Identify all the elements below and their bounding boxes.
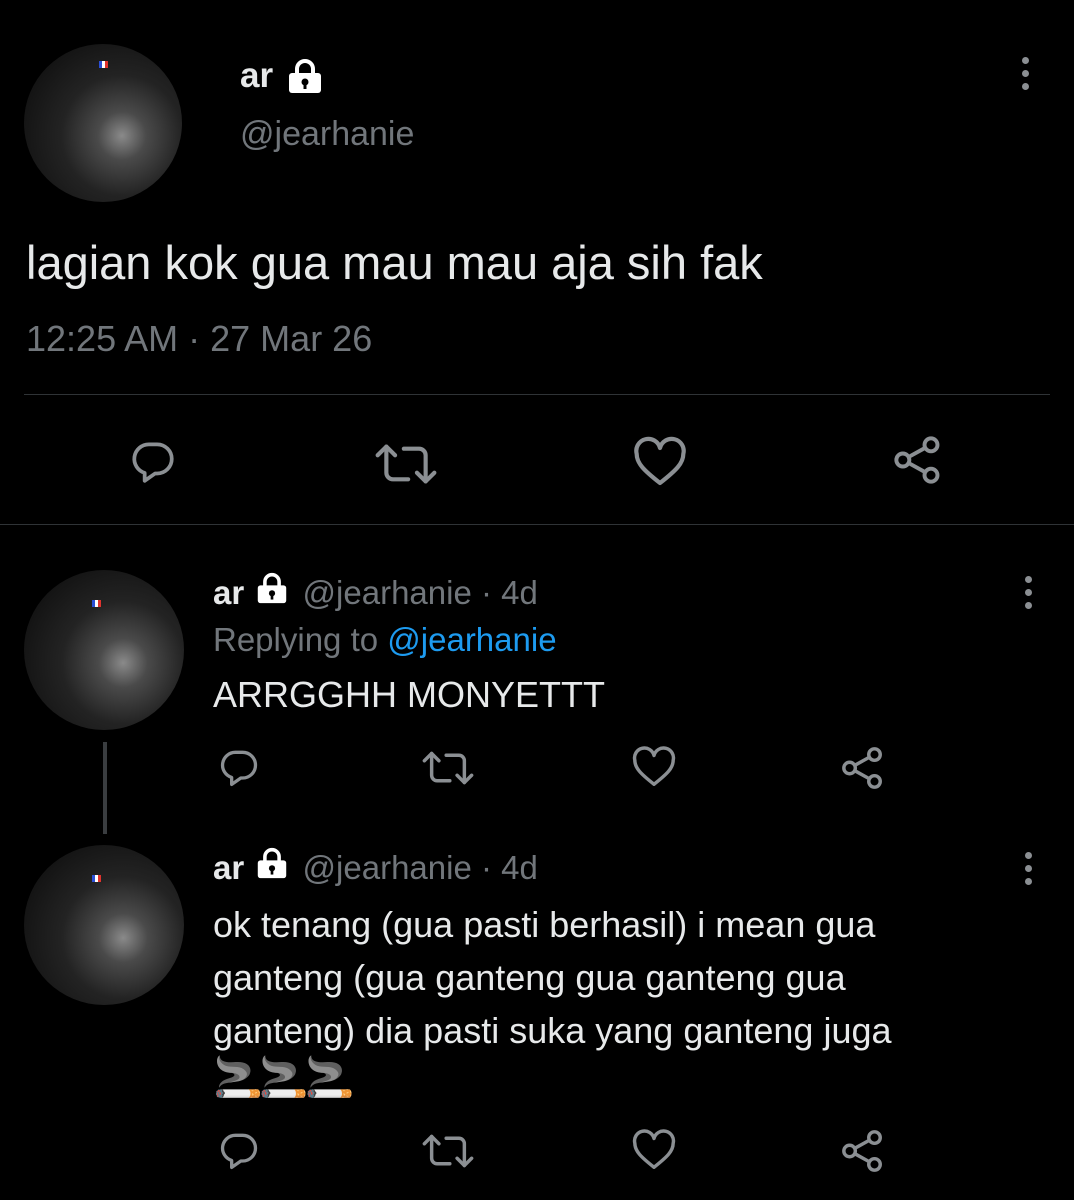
handle[interactable]: @jearhanie <box>240 114 414 154</box>
more-icon[interactable] <box>1021 852 1035 885</box>
replying-handle-link[interactable]: @jearhanie <box>387 621 556 658</box>
display-name[interactable]: ar <box>213 849 244 886</box>
tweet-text: ok tenang (gua pasti berhasil) i mean gu… <box>213 898 892 1057</box>
replying-to: Replying to @jearhanie <box>213 620 557 660</box>
share-icon[interactable] <box>840 745 886 791</box>
tweet-time[interactable]: 12:25 AM <box>26 318 178 359</box>
more-icon[interactable] <box>1018 57 1032 90</box>
retweet-icon[interactable] <box>420 1131 476 1171</box>
tweet-date[interactable]: 27 Mar 26 <box>210 318 372 359</box>
avatar[interactable] <box>24 44 182 202</box>
divider <box>0 524 1074 525</box>
reply-icon[interactable] <box>216 1128 262 1172</box>
handle[interactable]: @jearhanie <box>303 849 472 886</box>
avatar[interactable] <box>24 570 184 730</box>
retweet-icon[interactable] <box>420 748 476 788</box>
divider <box>24 394 1050 395</box>
like-icon[interactable] <box>631 1128 677 1172</box>
tweet-age: · 4d <box>481 574 538 611</box>
flag-icon <box>92 875 101 882</box>
thread-line <box>103 742 107 834</box>
reply-header: ar @jearhanie · 4d <box>213 572 538 613</box>
tweet-text: ARRGGHH MONYETTT <box>213 674 605 715</box>
share-icon[interactable] <box>840 1128 886 1174</box>
cigarette-emoji: 🚬🚬🚬 <box>213 1056 354 1100</box>
like-icon[interactable] <box>631 745 677 789</box>
share-icon[interactable] <box>892 434 944 486</box>
reply-icon[interactable] <box>127 436 179 486</box>
lock-icon <box>255 572 289 613</box>
tweet-text-line: ok tenang (gua pasti berhasil) i mean gu… <box>213 904 876 945</box>
tweet-text: lagian kok gua mau mau aja sih fak <box>26 236 763 289</box>
replying-label: Replying to <box>213 621 379 658</box>
lock-icon <box>286 58 324 99</box>
handle[interactable]: @jearhanie <box>303 574 472 611</box>
avatar[interactable] <box>24 845 184 1005</box>
lock-icon <box>255 847 289 888</box>
flag-icon <box>99 61 108 68</box>
tweet-age: · 4d <box>481 849 538 886</box>
tweet-timestamp: 12:25 AM · 27 Mar 26 <box>26 318 372 360</box>
more-icon[interactable] <box>1021 576 1035 609</box>
separator: · <box>188 318 201 359</box>
display-name[interactable]: ar <box>213 574 244 611</box>
retweet-icon[interactable] <box>372 440 440 488</box>
flag-icon <box>92 600 101 607</box>
reply-icon[interactable] <box>216 745 262 789</box>
display-name[interactable]: ar <box>240 56 273 96</box>
tweet-text-line: ganteng) dia pasti suka yang ganteng jug… <box>213 1010 892 1051</box>
tweet-text-line: ganteng (gua ganteng gua ganteng gua <box>213 957 846 998</box>
reply-header: ar @jearhanie · 4d <box>213 847 538 888</box>
like-icon[interactable] <box>632 436 688 488</box>
